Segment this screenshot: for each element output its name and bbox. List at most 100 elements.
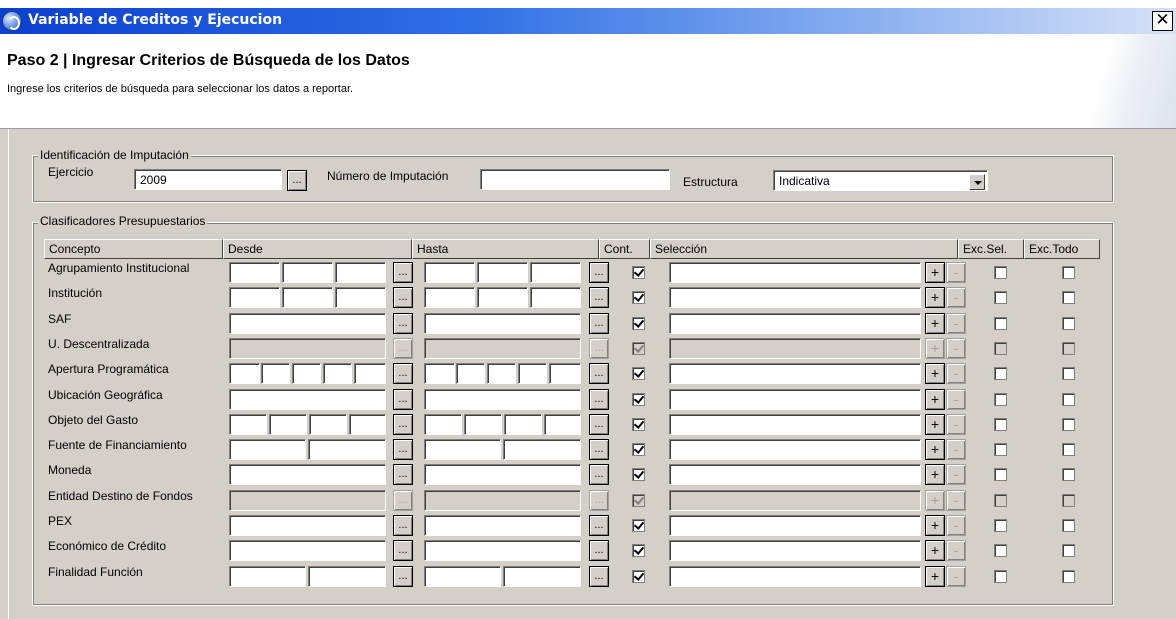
seleccion-field[interactable]: [669, 363, 921, 384]
desde-field[interactable]: [229, 464, 386, 485]
hasta-browse-button[interactable]: ...: [589, 389, 609, 410]
desde-field[interactable]: [308, 566, 386, 587]
add-selection-button[interactable]: +: [925, 464, 945, 485]
hasta-field[interactable]: [503, 566, 581, 587]
desde-field[interactable]: [229, 540, 386, 561]
hasta-browse-button[interactable]: ...: [589, 515, 609, 536]
add-selection-button[interactable]: +: [925, 262, 945, 283]
add-selection-button[interactable]: +: [925, 540, 945, 561]
desde-field[interactable]: [269, 414, 307, 435]
hasta-field[interactable]: [424, 540, 581, 561]
hasta-browse-button[interactable]: ...: [589, 566, 609, 587]
add-selection-button[interactable]: +: [925, 515, 945, 536]
exc-todo-checkbox[interactable]: [1062, 266, 1075, 279]
hasta-field[interactable]: [464, 414, 502, 435]
desde-field[interactable]: [282, 287, 333, 308]
hasta-field[interactable]: [424, 439, 501, 460]
add-selection-button[interactable]: +: [925, 414, 945, 435]
add-selection-button[interactable]: +: [925, 363, 945, 384]
exc-todo-checkbox[interactable]: [1062, 570, 1075, 583]
hasta-field[interactable]: [544, 414, 581, 435]
cont-checkbox[interactable]: [632, 367, 645, 380]
hasta-field[interactable]: [456, 363, 485, 384]
hasta-browse-button[interactable]: ...: [589, 313, 609, 334]
exc-todo-checkbox[interactable]: [1062, 443, 1075, 456]
desde-field[interactable]: [229, 313, 386, 334]
hasta-field[interactable]: [530, 287, 581, 308]
exc-todo-checkbox[interactable]: [1062, 367, 1075, 380]
desde-field[interactable]: [229, 262, 280, 283]
numero-imputacion-input[interactable]: [480, 169, 670, 190]
seleccion-field[interactable]: [669, 566, 921, 587]
exc-sel-checkbox[interactable]: [994, 393, 1007, 406]
exc-todo-checkbox[interactable]: [1062, 291, 1075, 304]
hasta-browse-button[interactable]: ...: [589, 363, 609, 384]
hasta-field[interactable]: [504, 414, 542, 435]
cont-checkbox[interactable]: [632, 266, 645, 279]
add-selection-button[interactable]: +: [925, 287, 945, 308]
exc-sel-checkbox[interactable]: [994, 544, 1007, 557]
hasta-field[interactable]: [424, 389, 581, 410]
window-titlebar[interactable]: Variable de Creditos y Ejecucion ✕: [0, 8, 1176, 34]
desde-field[interactable]: [229, 566, 306, 587]
exc-sel-checkbox[interactable]: [994, 291, 1007, 304]
chevron-down-icon[interactable]: [969, 174, 985, 190]
exc-sel-checkbox[interactable]: [994, 266, 1007, 279]
cont-checkbox[interactable]: [632, 544, 645, 557]
seleccion-field[interactable]: [669, 414, 921, 435]
cont-checkbox[interactable]: [632, 291, 645, 304]
desde-field[interactable]: [292, 363, 321, 384]
hasta-field[interactable]: [424, 363, 455, 384]
cont-checkbox[interactable]: [632, 443, 645, 456]
desde-field[interactable]: [229, 414, 267, 435]
desde-field[interactable]: [229, 515, 386, 536]
desde-field[interactable]: [349, 414, 386, 435]
desde-browse-button[interactable]: ...: [393, 566, 413, 587]
cont-checkbox[interactable]: [632, 468, 645, 481]
hasta-field[interactable]: [477, 287, 528, 308]
hasta-field[interactable]: [424, 287, 475, 308]
estructura-select[interactable]: Indicativa: [773, 170, 988, 191]
desde-field[interactable]: [282, 262, 333, 283]
hasta-field[interactable]: [424, 414, 462, 435]
cont-checkbox[interactable]: [632, 393, 645, 406]
hasta-browse-button[interactable]: ...: [589, 262, 609, 283]
desde-field[interactable]: [229, 287, 280, 308]
cont-checkbox[interactable]: [632, 317, 645, 330]
hasta-field[interactable]: [424, 515, 581, 536]
exc-sel-checkbox[interactable]: [994, 418, 1007, 431]
exc-sel-checkbox[interactable]: [994, 317, 1007, 330]
exc-sel-checkbox[interactable]: [994, 443, 1007, 456]
desde-browse-button[interactable]: ...: [393, 414, 413, 435]
add-selection-button[interactable]: +: [925, 313, 945, 334]
exc-sel-checkbox[interactable]: [994, 367, 1007, 380]
desde-browse-button[interactable]: ...: [393, 540, 413, 561]
hasta-field[interactable]: [424, 464, 581, 485]
desde-field[interactable]: [323, 363, 352, 384]
desde-browse-button[interactable]: ...: [393, 464, 413, 485]
hasta-browse-button[interactable]: ...: [589, 414, 609, 435]
hasta-field[interactable]: [518, 363, 547, 384]
seleccion-field[interactable]: [669, 515, 921, 536]
hasta-browse-button[interactable]: ...: [589, 287, 609, 308]
hasta-field[interactable]: [424, 262, 475, 283]
cont-checkbox[interactable]: [632, 570, 645, 583]
hasta-field[interactable]: [487, 363, 516, 384]
exc-sel-checkbox[interactable]: [994, 468, 1007, 481]
close-button[interactable]: ✕: [1152, 11, 1173, 31]
hasta-field[interactable]: [477, 262, 528, 283]
desde-browse-button[interactable]: ...: [393, 313, 413, 334]
desde-browse-button[interactable]: ...: [393, 389, 413, 410]
add-selection-button[interactable]: +: [925, 439, 945, 460]
desde-field[interactable]: [261, 363, 290, 384]
desde-browse-button[interactable]: ...: [393, 439, 413, 460]
desde-field[interactable]: [229, 439, 306, 460]
hasta-browse-button[interactable]: ...: [589, 464, 609, 485]
desde-field[interactable]: [335, 287, 386, 308]
hasta-browse-button[interactable]: ...: [589, 540, 609, 561]
seleccion-field[interactable]: [669, 464, 921, 485]
desde-browse-button[interactable]: ...: [393, 363, 413, 384]
seleccion-field[interactable]: [669, 287, 921, 308]
add-selection-button[interactable]: +: [925, 566, 945, 587]
cont-checkbox[interactable]: [632, 418, 645, 431]
